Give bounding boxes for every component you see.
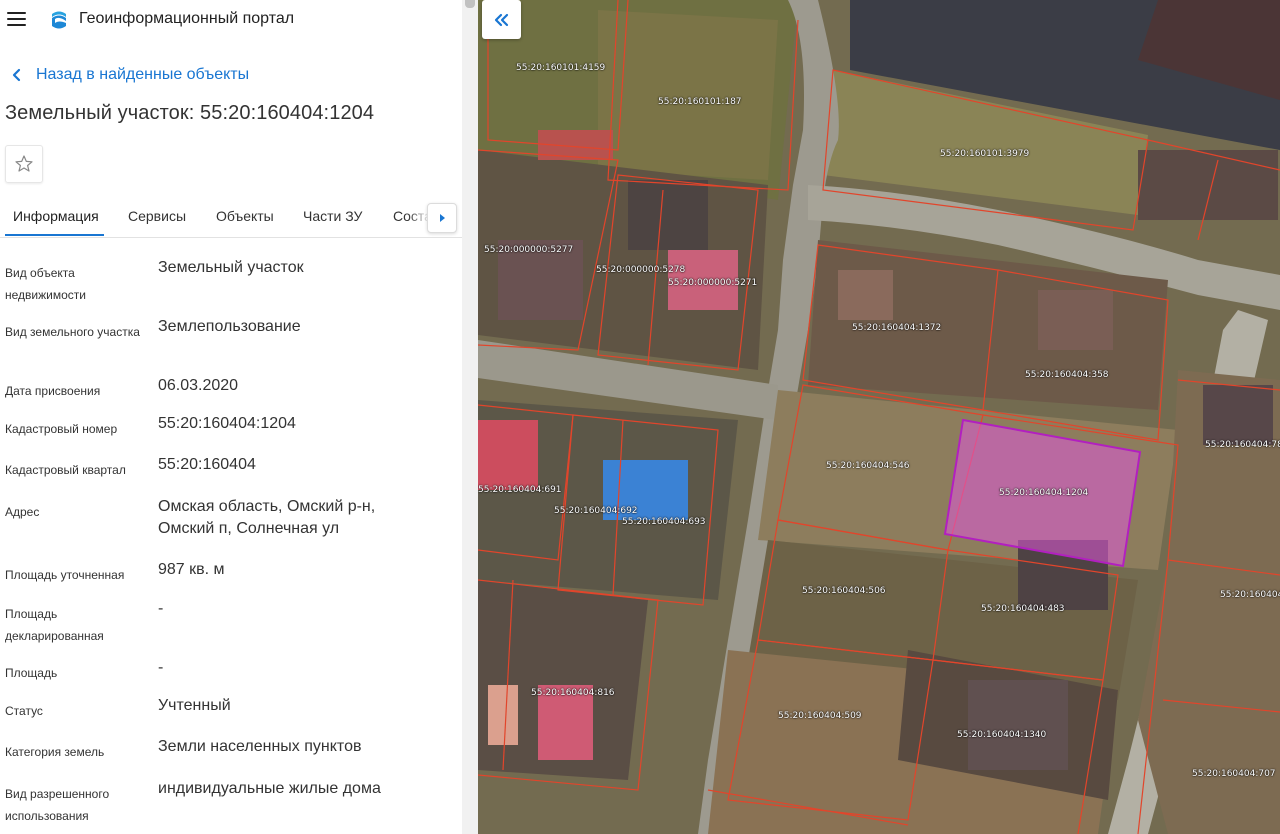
info-value: 55:20:160404 xyxy=(158,456,256,473)
parcel-label: 55:20:160404:509 xyxy=(778,711,862,721)
info-label: Вид объекта недвижимости xyxy=(5,266,86,302)
parcel-label: 55:20:160404: xyxy=(1220,590,1280,600)
parcel-label: 55:20:160404:692 xyxy=(554,506,638,516)
info-value: индивидуальные жилые дома xyxy=(158,780,381,797)
info-label: Кадастровый номер xyxy=(5,422,118,436)
map-view[interactable]: 55:20:160101:4159 55:20:160101:187 55:20… xyxy=(478,0,1280,834)
info-value: 55:20:160404:1204 xyxy=(158,415,296,432)
parcel-label-selected: 55:20:160404:1204 xyxy=(999,488,1089,498)
parcel-label: 55:20:160404:693 xyxy=(622,517,706,527)
info-value: - xyxy=(158,659,164,676)
caret-right-icon xyxy=(440,214,445,222)
tabs-scroll-right-button[interactable] xyxy=(427,203,457,233)
info-value: Омская область, Омский р-н, Омский п, Со… xyxy=(158,498,376,537)
panel-scrollbar[interactable] xyxy=(462,0,478,834)
active-tab-indicator xyxy=(5,234,104,236)
menu-icon[interactable] xyxy=(7,12,27,28)
info-label: Вид разрешенного использования xyxy=(5,787,110,823)
back-link-label: Назад в найденные объекты xyxy=(36,66,250,83)
portal-logo-icon xyxy=(52,11,66,29)
info-label: Категория земель xyxy=(5,745,105,759)
info-value: 987 кв. м xyxy=(158,561,225,578)
info-value: Земли населенных пунктов xyxy=(158,738,362,755)
info-panel: Геоинформационный портал Назад в найденн… xyxy=(0,0,462,834)
info-label: Дата присвоения xyxy=(5,384,101,398)
info-label: Статус xyxy=(5,704,43,718)
info-label: Адрес xyxy=(5,505,40,519)
tab-strip: Информация Сервисы Объекты Части ЗУ Сост… xyxy=(0,196,462,236)
collapse-panel-button[interactable] xyxy=(482,0,521,39)
parcel-label: 55:20:160404:358 xyxy=(1025,370,1109,380)
info-value: 06.03.2020 xyxy=(158,377,239,394)
star-icon xyxy=(15,155,33,172)
tab-services[interactable]: Сервисы xyxy=(128,196,186,236)
tab-parts[interactable]: Части ЗУ xyxy=(303,196,362,236)
favorite-button[interactable] xyxy=(5,145,43,183)
parcel-label: 55:20:160404:816 xyxy=(531,688,615,698)
parcel-label: 55:20:160404:506 xyxy=(802,586,886,596)
info-label: Площадь уточненная xyxy=(5,568,125,582)
info-label: Площадь xyxy=(5,666,58,680)
tab-information[interactable]: Информация xyxy=(13,196,99,236)
parcel-label: 55:20:160404:691 xyxy=(478,485,562,495)
parcel-label: 55:20:160101:4159 xyxy=(516,63,606,73)
scrollbar-thumb[interactable] xyxy=(465,0,475,8)
info-value: Земельный участок xyxy=(158,259,304,276)
parcel-label: 55:20:160404:78 xyxy=(1205,440,1280,450)
parcel-label: 55:20:000000:5278 xyxy=(596,265,686,275)
tab-objects[interactable]: Объекты xyxy=(216,196,274,236)
info-label: Площадь декларированная xyxy=(5,607,104,643)
info-label: Кадастровый квартал xyxy=(5,463,126,477)
parcel-label: 55:20:160101:187 xyxy=(658,97,742,107)
parcel-label: 55:20:000000:5271 xyxy=(668,278,758,288)
info-value: Учтенный xyxy=(158,697,231,714)
parcel-label: 55:20:160404:1340 xyxy=(957,730,1047,740)
chevron-left-icon xyxy=(12,68,21,82)
portal-title: Геоинформационный портал xyxy=(79,10,295,27)
parcel-label: 55:20:160101:3979 xyxy=(940,149,1030,159)
parcel-label: 55:20:160404:707 xyxy=(1192,769,1276,779)
double-chevron-left-icon xyxy=(494,13,508,26)
parcel-label: 55:20:160404:483 xyxy=(981,604,1065,614)
info-value: Землепользование xyxy=(158,318,301,335)
info-label: Вид земельного участка xyxy=(5,325,140,339)
parcel-label: 55:20:160404:1372 xyxy=(852,323,942,333)
parcel-label: 55:20:000000:5277 xyxy=(484,245,574,255)
back-to-results-link[interactable]: Назад в найденные объекты xyxy=(10,63,249,87)
parcel-label: 55:20:160404:546 xyxy=(826,461,910,471)
tab-bar: Информация Сервисы Объекты Части ЗУ Сост… xyxy=(0,196,462,238)
info-value: - xyxy=(158,600,164,617)
panel-header: Геоинформационный портал xyxy=(0,0,462,40)
map-canvas xyxy=(478,0,1280,834)
object-title: Земельный участок: 55:20:160404:1204 xyxy=(5,102,375,124)
